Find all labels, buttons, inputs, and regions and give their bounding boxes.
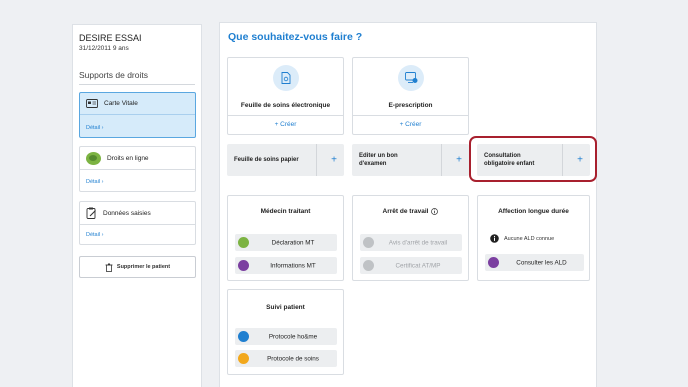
page-title: Que souhaitez-vous faire ? (228, 31, 363, 43)
item-label: Protocole de soins (267, 355, 319, 362)
ald-icon (488, 257, 499, 268)
clipboard-icon (86, 207, 96, 219)
ald-info-text: Aucune ALD connue (504, 235, 555, 242)
droits-en-ligne-card[interactable]: Droits en ligne Détail › (79, 146, 196, 192)
arret-travail-icon (363, 237, 374, 248)
rights-section-title: Supports de droits (79, 70, 148, 80)
informations-mt-icon (238, 260, 249, 271)
create-prescription-button[interactable]: + Créer (353, 121, 468, 128)
patient-dob: 31/12/2011 9 ans (79, 45, 129, 52)
item-label: Informations MT (270, 262, 316, 269)
divider (80, 114, 195, 115)
protocole-soins-button[interactable]: Protocole de soins (235, 350, 337, 367)
create-fse-button[interactable]: + Créer (228, 121, 343, 128)
divider (228, 115, 343, 116)
plus-icon: + (456, 154, 462, 166)
info-icon[interactable] (431, 208, 439, 215)
delete-button-label: Supprimer le patient (116, 264, 171, 270)
feuille-soins-papier-button[interactable]: Feuille de soins papier + (227, 144, 344, 176)
info-filled-icon (490, 234, 499, 243)
button-label: Editer un bon d'examen (359, 152, 398, 168)
carte-vitale-card[interactable]: Carte Vitale Détail › (79, 92, 196, 138)
item-label: Déclaration MT (271, 239, 315, 246)
highlight-outline (469, 136, 597, 182)
divider (79, 84, 195, 85)
detail-label: Détail (86, 179, 101, 185)
card-icon (86, 99, 98, 108)
ald-info: Aucune ALD connue (490, 234, 554, 243)
icon-circle (273, 65, 299, 91)
card-label: E-prescription (388, 102, 433, 109)
medecin-traitant-card: Médecin traitant Déclaration MT Informat… (227, 195, 344, 281)
detail-label: Détail (86, 232, 101, 238)
donnees-saisies-card[interactable]: Données saisies Détail › (79, 201, 196, 245)
e-prescription-card[interactable]: E-prescription + Créer (352, 57, 469, 135)
feuille-soins-electronique-card[interactable]: Feuille de soins électronique + Créer (227, 57, 344, 135)
informations-mt-button[interactable]: Informations MT (235, 257, 337, 274)
divider (316, 144, 317, 176)
arret-travail-card: Arrêt de travail Avis d'arrêt de travail… (352, 195, 469, 281)
icon-circle (398, 65, 424, 91)
item-label: Consulter les ALD (516, 259, 567, 266)
section-title: Suivi patient (266, 304, 305, 311)
certificat-atmp-button[interactable]: Certificat AT/MP (360, 257, 462, 274)
button-label: Feuille de soins papier (234, 156, 299, 163)
divider (353, 115, 468, 116)
divider (441, 144, 442, 176)
bon-examen-button[interactable]: Editer un bon d'examen + (352, 144, 469, 176)
plus-icon: + (331, 154, 337, 166)
patient-name: DESIRE ESSAI (79, 33, 142, 43)
section-title: Arrêt de travail (353, 208, 468, 215)
ald-card: Affection longue durée Aucune ALD connue… (477, 195, 590, 281)
detail-link[interactable]: Détail › (86, 125, 103, 131)
card-label: Données saisies (103, 209, 151, 217)
consulter-ald-button[interactable]: Consulter les ALD (485, 254, 584, 271)
chevron-right-icon: › (101, 179, 104, 185)
section-title: Affection longue durée (498, 208, 569, 215)
online-rights-icon (86, 152, 101, 165)
chevron-right-icon: › (101, 232, 104, 238)
declaration-mt-icon (238, 237, 249, 248)
protocole-home-icon (238, 331, 249, 342)
item-label: Certificat AT/MP (395, 262, 441, 269)
detail-link[interactable]: Détail › (86, 232, 103, 238)
suivi-patient-card: Suivi patient Protocole ho&me Protocole … (227, 289, 344, 375)
chevron-right-icon: › (101, 125, 104, 131)
card-label: Droits en ligne (107, 155, 149, 162)
patient-panel: DESIRE ESSAI 31/12/2011 9 ans Supports d… (72, 24, 202, 387)
card-label: Carte Vitale (104, 100, 138, 107)
avis-arret-travail-button[interactable]: Avis d'arrêt de travail (360, 234, 462, 251)
section-title-text: Arrêt de travail (382, 208, 429, 215)
section-title: Médecin traitant (260, 208, 311, 215)
document-icon (281, 72, 291, 84)
detail-label: Détail (86, 125, 101, 131)
prescription-icon (404, 72, 417, 83)
item-label: Protocole ho&me (268, 333, 318, 340)
protocole-soins-icon (238, 353, 249, 364)
divider (80, 169, 195, 170)
delete-patient-button[interactable]: Supprimer le patient (79, 256, 196, 278)
protocole-home-button[interactable]: Protocole ho&me (235, 328, 337, 345)
trash-icon (105, 263, 113, 272)
divider (80, 224, 195, 225)
card-label: Feuille de soins électronique (240, 102, 331, 109)
item-label: Avis d'arrêt de travail (388, 239, 448, 246)
label-line: d'examen (359, 161, 387, 167)
label-line: Editer un bon (359, 152, 398, 159)
declaration-mt-button[interactable]: Déclaration MT (235, 234, 337, 251)
certificat-icon (363, 260, 374, 271)
detail-link[interactable]: Détail › (86, 179, 103, 185)
